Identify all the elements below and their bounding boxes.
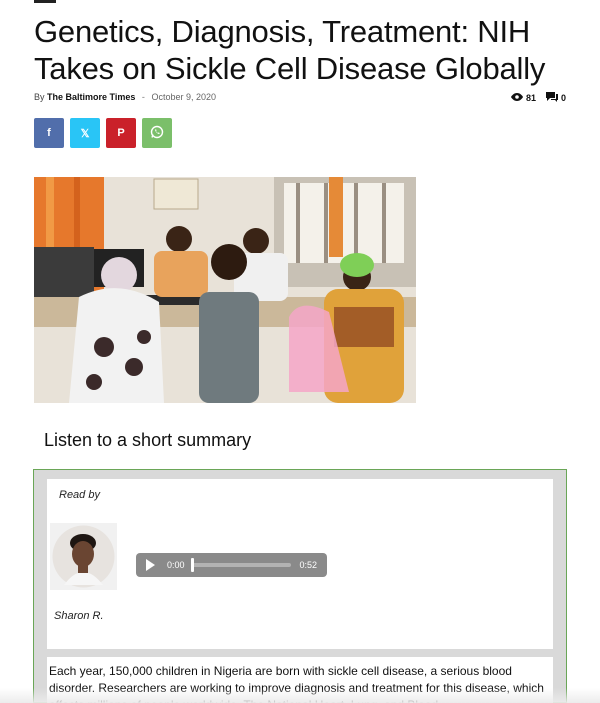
- reader-name: Sharon R.: [54, 610, 104, 622]
- audio-seek-bar[interactable]: [190, 558, 292, 572]
- author-link[interactable]: The Baltimore Times: [47, 92, 135, 102]
- comment-count-value: 0: [560, 93, 566, 103]
- pinterest-icon: P: [117, 127, 125, 139]
- listen-summary-heading: Listen to a short summary: [44, 430, 252, 450]
- article-photo: [34, 177, 416, 403]
- pinterest-share-button[interactable]: P: [106, 118, 136, 148]
- top-rule: [34, 0, 56, 3]
- article-counts: 81 0: [510, 92, 566, 104]
- view-count-value: 81: [525, 93, 536, 103]
- audio-duration: 0:52: [299, 560, 317, 570]
- eye-icon: [510, 93, 523, 103]
- article-headline: Genetics, Diagnosis, Treatment: NIH Take…: [34, 14, 546, 86]
- reader-portrait: [50, 523, 117, 590]
- meta-separator: -: [141, 92, 145, 102]
- audio-control: 0:00 0:52: [136, 553, 327, 577]
- x-share-button[interactable]: 𝕏: [70, 118, 100, 148]
- audio-summary-widget: Read by Sharon R. 0:00 0:52 Each year, 1…: [33, 469, 567, 703]
- play-icon[interactable]: [146, 559, 155, 571]
- reader-avatar: [50, 523, 117, 590]
- facebook-icon: f: [47, 127, 51, 139]
- whatsapp-icon: [150, 125, 164, 142]
- share-bar: f 𝕏 P: [34, 118, 172, 148]
- whatsapp-share-button[interactable]: [142, 118, 172, 148]
- byline-prefix: By: [34, 92, 45, 102]
- bottom-fade: [0, 688, 600, 703]
- audio-player-panel: Read by Sharon R. 0:00 0:52: [47, 479, 553, 649]
- x-icon: 𝕏: [80, 127, 90, 140]
- view-count: 81: [510, 93, 536, 103]
- publish-date: October 9, 2020: [151, 92, 216, 102]
- seek-thumb[interactable]: [190, 558, 194, 572]
- comment-count[interactable]: 0: [545, 92, 566, 104]
- clinic-scene-illustration: [34, 177, 416, 403]
- facebook-share-button[interactable]: f: [34, 118, 64, 148]
- read-by-label: Read by: [59, 489, 100, 501]
- current-time: 0:00: [167, 560, 185, 570]
- comment-icon: [545, 92, 558, 104]
- article-meta: By The Baltimore Times - October 9, 2020…: [34, 92, 566, 106]
